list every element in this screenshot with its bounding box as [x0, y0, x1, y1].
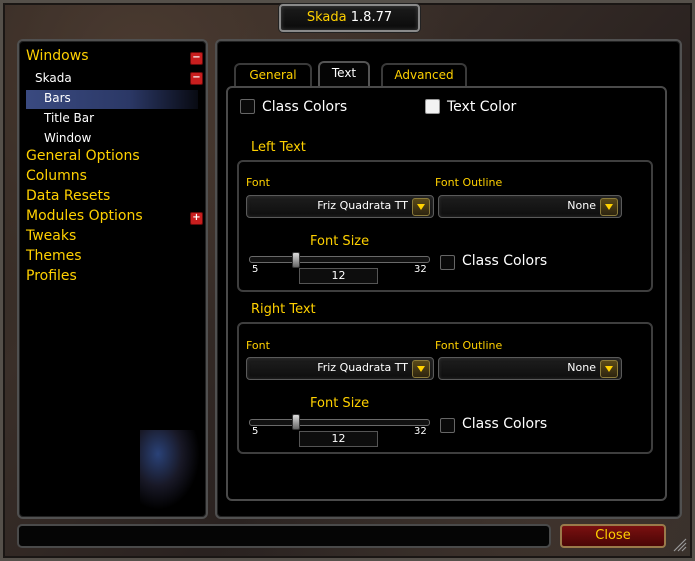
left-size-min: 5 — [252, 264, 259, 275]
close-button[interactable]: Close — [560, 524, 666, 548]
tree-item-profiles[interactable]: Profiles — [26, 268, 77, 284]
left-size-input[interactable]: 12 — [299, 268, 378, 284]
left-size-max: 32 — [414, 264, 427, 275]
left-font-dropdown[interactable]: Friz Quadrata TT — [246, 195, 434, 218]
tree-item-window[interactable]: Window — [44, 131, 91, 145]
addon-version: 1.8.77 — [350, 10, 393, 25]
left-font-size-label: Font Size — [310, 234, 370, 249]
left-class-colors-checkbox[interactable] — [440, 255, 455, 270]
tree-item-bars[interactable]: Bars — [44, 91, 71, 105]
right-size-min: 5 — [252, 426, 259, 437]
right-class-colors-checkbox[interactable] — [440, 418, 455, 433]
text-color-swatch[interactable] — [425, 99, 440, 114]
resize-grip-icon[interactable] — [673, 538, 687, 552]
right-font-size-label: Font Size — [310, 396, 370, 411]
right-text-heading: Right Text — [251, 302, 316, 317]
left-outline-dropdown[interactable]: None — [438, 195, 622, 218]
left-class-colors-label: Class Colors — [462, 253, 548, 269]
class-colors-checkbox[interactable] — [240, 99, 255, 114]
tree-item-themes[interactable]: Themes — [26, 248, 82, 264]
left-outline-value: None — [567, 199, 596, 212]
tree-item-modules-options[interactable]: Modules Options — [26, 208, 143, 224]
right-size-input[interactable]: 12 — [299, 431, 378, 447]
tab-advanced[interactable]: Advanced — [381, 63, 467, 86]
left-outline-label: Font Outline — [435, 176, 503, 189]
tab-general[interactable]: General — [234, 63, 312, 86]
window-title[interactable]: Skada 1.8.77 — [279, 4, 420, 32]
status-bar — [17, 524, 551, 548]
dropdown-arrow-icon[interactable] — [412, 360, 430, 378]
class-colors-label: Class Colors — [262, 99, 348, 115]
tree-item-tweaks[interactable]: Tweaks — [26, 228, 76, 244]
tree-item-title-bar[interactable]: Title Bar — [44, 111, 94, 125]
right-size-max: 32 — [414, 426, 427, 437]
right-font-size-slider[interactable] — [249, 419, 430, 426]
tree-item-general-options[interactable]: General Options — [26, 148, 140, 164]
panel-decoration — [140, 430, 200, 510]
tree-item-columns[interactable]: Columns — [26, 168, 87, 184]
left-font-size-slider[interactable] — [249, 256, 430, 263]
addon-name: Skada — [306, 10, 347, 25]
tab-text[interactable]: Text — [318, 61, 370, 88]
right-font-label: Font — [246, 339, 270, 352]
right-outline-label: Font Outline — [435, 339, 503, 352]
collapse-windows-icon[interactable]: − — [190, 52, 203, 65]
right-outline-value: None — [567, 361, 596, 374]
expand-modules-icon[interactable]: + — [190, 212, 203, 225]
tree-item-windows[interactable]: Windows — [26, 48, 89, 64]
tree-item-skada[interactable]: Skada — [35, 71, 72, 85]
left-font-size-thumb[interactable] — [292, 252, 301, 268]
dropdown-arrow-icon[interactable] — [412, 198, 430, 216]
right-outline-dropdown[interactable]: None — [438, 357, 622, 380]
text-color-label: Text Color — [447, 99, 517, 115]
right-font-value: Friz Quadrata TT — [317, 361, 408, 374]
left-font-label: Font — [246, 176, 270, 189]
left-font-value: Friz Quadrata TT — [317, 199, 408, 212]
right-font-size-thumb[interactable] — [292, 414, 301, 430]
dropdown-arrow-icon[interactable] — [600, 360, 618, 378]
right-font-dropdown[interactable]: Friz Quadrata TT — [246, 357, 434, 380]
collapse-skada-icon[interactable]: − — [190, 72, 203, 85]
tree-item-data-resets[interactable]: Data Resets — [26, 188, 110, 204]
right-class-colors-label: Class Colors — [462, 416, 548, 432]
left-text-heading: Left Text — [251, 140, 306, 155]
dropdown-arrow-icon[interactable] — [600, 198, 618, 216]
